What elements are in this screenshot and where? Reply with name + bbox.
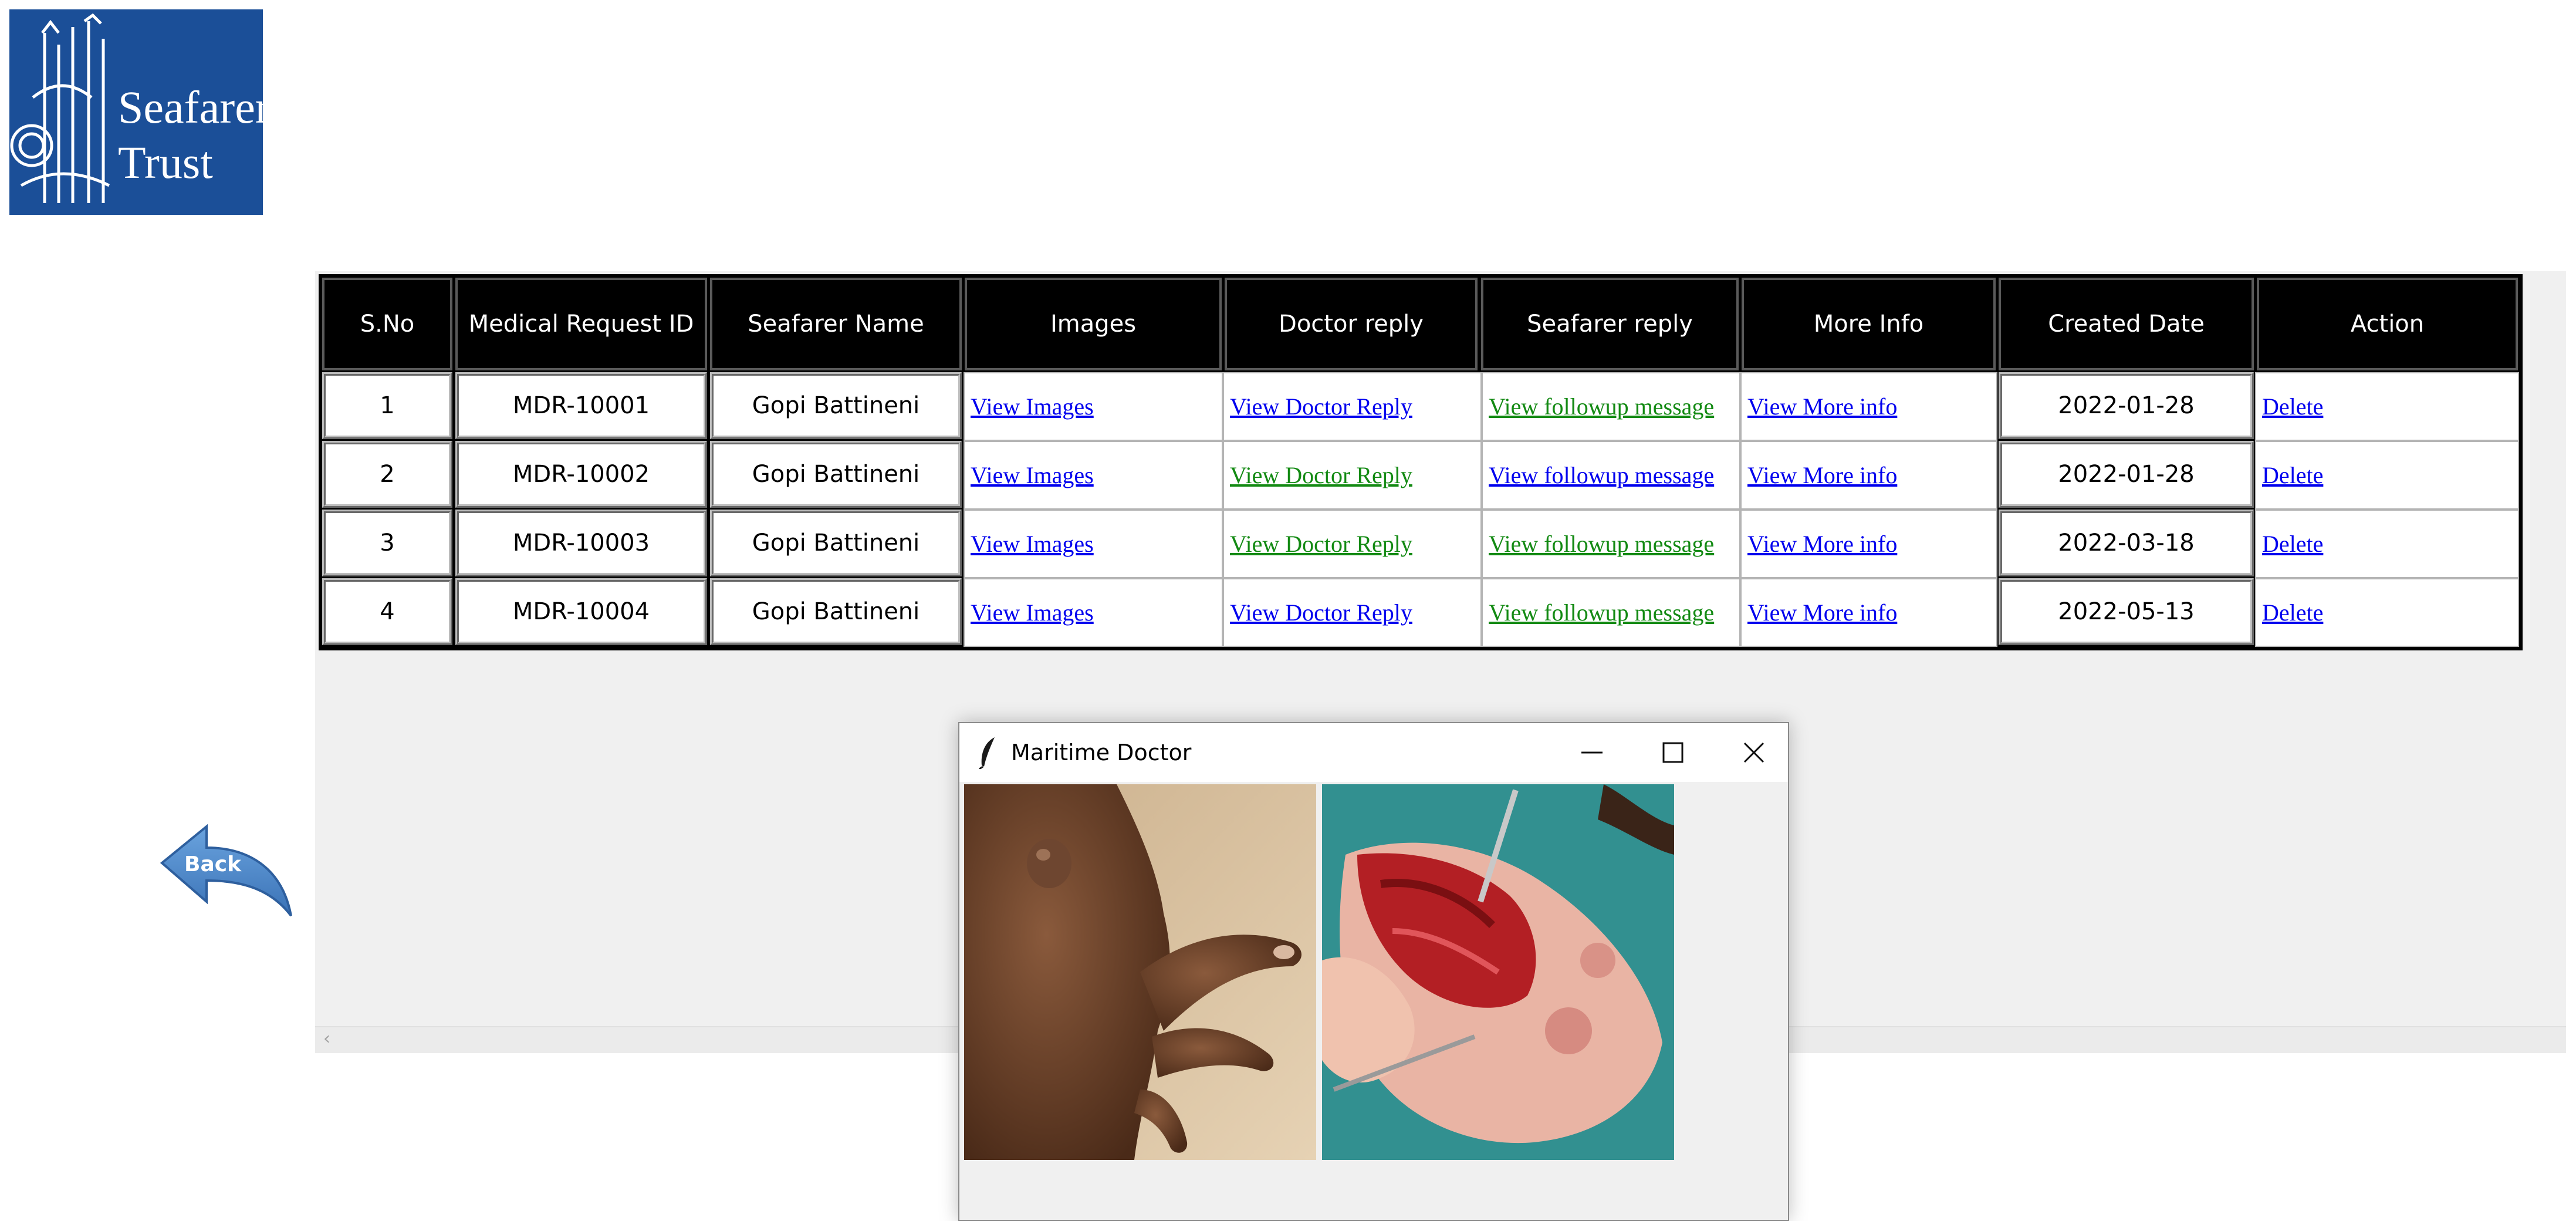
header-sno: S.No [322, 278, 452, 370]
view-followup-message-link[interactable]: View followup message [1489, 530, 1714, 558]
cell-images: View Images [964, 441, 1223, 510]
cell-more-info: View More info [1740, 578, 1997, 647]
view-followup-message-link[interactable]: View followup message [1489, 461, 1714, 489]
close-icon[interactable] [1740, 738, 1768, 767]
header-seafarer-reply: Seafarer reply [1481, 278, 1739, 370]
view-images-link[interactable]: View Images [971, 599, 1094, 626]
hand-with-lump-image [964, 784, 1316, 1160]
cell-seafarer-name: Gopi Battineni [710, 441, 962, 508]
cell-more-info: View More info [1740, 441, 1997, 510]
view-doctor-reply-link[interactable]: View Doctor Reply [1230, 393, 1412, 420]
view-images-link[interactable]: View Images [971, 530, 1094, 558]
cell-seafarer-reply: View followup message [1482, 510, 1740, 578]
cell-action: Delete [2255, 578, 2519, 647]
seafarers-trust-logo: Seafarers' Trust [9, 9, 296, 215]
logo-text-line2: Trust [118, 137, 213, 188]
cell-seafarer-name: Gopi Battineni [710, 578, 962, 645]
view-more-info-link[interactable]: View More info [1747, 530, 1897, 558]
view-more-info-link[interactable]: View More info [1747, 599, 1897, 626]
cell-created-date: 2022-03-18 [1999, 510, 2254, 576]
window-title: Maritime Doctor [1011, 740, 1192, 765]
cell-images: View Images [964, 510, 1223, 578]
cell-more-info: View More info [1740, 510, 1997, 578]
delete-link[interactable]: Delete [2262, 461, 2323, 489]
cell-action: Delete [2255, 441, 2519, 510]
view-more-info-link[interactable]: View More info [1747, 461, 1897, 489]
logo-text-line1: Seafarers' [118, 82, 297, 133]
maximize-icon[interactable] [1659, 738, 1687, 767]
view-images-link[interactable]: View Images [971, 461, 1094, 489]
back-button[interactable]: Back [157, 822, 297, 923]
cell-seafarer-reply: View followup message [1482, 578, 1740, 647]
cell-sno: 3 [322, 510, 452, 576]
cell-action: Delete [2255, 372, 2519, 441]
window-titlebar[interactable]: Maritime Doctor [959, 723, 1788, 782]
header-images: Images [965, 278, 1222, 370]
view-doctor-reply-link[interactable]: View Doctor Reply [1230, 599, 1412, 626]
header-action: Action [2257, 278, 2518, 370]
feather-icon [979, 737, 995, 769]
scroll-left-icon[interactable]: ‹ [323, 1028, 330, 1049]
delete-link[interactable]: Delete [2262, 599, 2323, 626]
header-created-date: Created Date [1999, 278, 2254, 370]
cell-sno: 2 [322, 441, 452, 508]
header-medical-request-id: Medical Request ID [455, 278, 707, 370]
view-images-link[interactable]: View Images [971, 393, 1094, 420]
cell-request-id: MDR-10001 [455, 372, 707, 439]
cell-more-info: View More info [1740, 372, 1997, 441]
cell-sno: 1 [322, 372, 452, 439]
cell-seafarer-name: Gopi Battineni [710, 510, 962, 576]
header-more-info: More Info [1742, 278, 1996, 370]
cell-created-date: 2022-05-13 [1999, 578, 2254, 645]
hand-surgery-image [1322, 784, 1674, 1160]
cell-seafarer-reply: View followup message [1482, 441, 1740, 510]
cell-images: View Images [964, 578, 1223, 647]
cell-request-id: MDR-10002 [455, 441, 707, 508]
delete-link[interactable]: Delete [2262, 530, 2323, 558]
cell-images: View Images [964, 372, 1223, 441]
view-followup-message-link[interactable]: View followup message [1489, 393, 1714, 420]
cell-sno: 4 [322, 578, 452, 645]
view-doctor-reply-link[interactable]: View Doctor Reply [1230, 530, 1412, 558]
back-button-label: Back [184, 852, 242, 876]
delete-link[interactable]: Delete [2262, 393, 2323, 420]
minimize-icon[interactable] [1578, 738, 1606, 767]
cell-seafarer-name: Gopi Battineni [710, 372, 962, 439]
cell-doctor-reply: View Doctor Reply [1223, 510, 1482, 578]
cell-doctor-reply: View Doctor Reply [1223, 372, 1482, 441]
view-doctor-reply-link[interactable]: View Doctor Reply [1230, 461, 1412, 489]
cell-created-date: 2022-01-28 [1999, 441, 2254, 508]
cell-doctor-reply: View Doctor Reply [1223, 441, 1482, 510]
medical-requests-table: S.No Medical Request ID Seafarer Name Im… [319, 274, 2523, 650]
cell-created-date: 2022-01-28 [1999, 372, 2254, 439]
cell-doctor-reply: View Doctor Reply [1223, 578, 1482, 647]
cell-seafarer-reply: View followup message [1482, 372, 1740, 441]
maritime-doctor-window: Maritime Doctor [958, 722, 1789, 1221]
header-doctor-reply: Doctor reply [1225, 278, 1478, 370]
view-more-info-link[interactable]: View More info [1747, 393, 1897, 420]
cell-action: Delete [2255, 510, 2519, 578]
cell-request-id: MDR-10004 [455, 578, 707, 645]
cell-request-id: MDR-10003 [455, 510, 707, 576]
view-followup-message-link[interactable]: View followup message [1489, 599, 1714, 626]
header-seafarer-name: Seafarer Name [710, 278, 962, 370]
